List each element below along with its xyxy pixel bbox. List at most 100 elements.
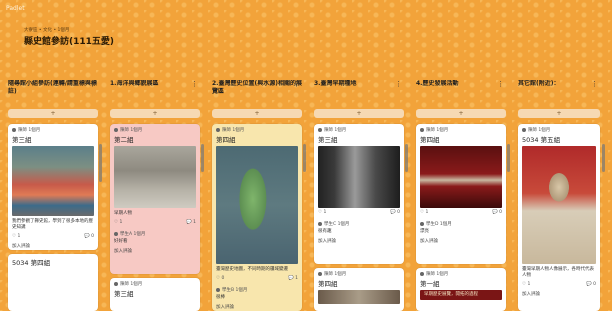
add-post-button[interactable]: + xyxy=(110,109,200,118)
post-card[interactable]: 陳師 1個月 第一組 早期歷史展覽，開拓的過程 xyxy=(416,268,506,311)
column-title: 1.海洋與鄉貌展區 xyxy=(110,80,159,87)
add-comment-link[interactable]: 加入評論 xyxy=(416,237,506,245)
plus-icon: + xyxy=(50,110,56,117)
add-post-button[interactable]: + xyxy=(416,109,506,118)
post-card[interactable]: 陳師 1個月 第四組 臺灣歷史地圖，不同時期的疆域變遷 ♡ 0 💬 1 學生B … xyxy=(212,124,302,311)
plus-icon: + xyxy=(356,110,362,117)
post-card[interactable]: 陳師 1個月 第三組 我們參觀了縣史館，學到了很多本地的歷史知識 ♡ 1 💬 0… xyxy=(8,124,98,250)
post-title: 第三組 xyxy=(114,290,134,298)
heart-icon[interactable]: ♡ xyxy=(216,276,220,281)
comment-text: 好好看 xyxy=(114,239,128,244)
comment-icon[interactable]: 💬 xyxy=(492,210,498,215)
add-comment-link[interactable]: 加入評論 xyxy=(518,290,600,298)
heart-icon[interactable]: ♡ xyxy=(12,234,16,239)
post-card[interactable]: 陳師 1個月 第四組 ♡ 1 💬 0 學生D 1個月 漂亮 加入評論 xyxy=(416,124,506,264)
post-title: 第三組 xyxy=(318,136,338,144)
comment-author: 學生B 1個月 xyxy=(212,284,302,293)
heart-icon[interactable]: ♡ xyxy=(114,220,118,225)
comment-count: 1 xyxy=(193,220,196,225)
column-3: 2.臺灣歷史位置(與水源)相關的展覽區 ⋮ + 陳師 1個月 第四組 臺灣歷史地… xyxy=(212,80,302,311)
comment-icon[interactable]: 💬 xyxy=(390,210,396,215)
board-title: 縣史館參訪(111五愛) xyxy=(24,37,115,47)
board-columns: 隨尋館小組參訪(連轉/請重標與標註) ⋮ + 陳師 1個月 第三組 我們參觀了縣… xyxy=(0,80,612,311)
column-title: 2.臺灣歷史位置(與水源)相關的展覽區 xyxy=(212,80,302,95)
post-description: 早期人物 xyxy=(114,211,132,216)
column-scrollbar[interactable] xyxy=(507,144,510,172)
post-stats: ♡ 1 💬 0 xyxy=(8,233,98,242)
post-title: 第三組 xyxy=(12,136,32,144)
column-scrollbar[interactable] xyxy=(201,144,204,172)
more-vertical-icon[interactable]: ⋮ xyxy=(497,80,504,88)
post-photo[interactable] xyxy=(420,146,502,208)
column-title: 隨尋館小組參訪(連轉/請重標與標註) xyxy=(8,80,97,95)
add-post-button[interactable]: + xyxy=(314,109,404,118)
column-scrollbar[interactable] xyxy=(303,144,306,172)
post-title: 第二組 xyxy=(114,136,134,144)
more-vertical-icon[interactable]: ⋮ xyxy=(89,80,96,88)
post-card[interactable]: 陳師 1個月 5034 第五組 臺灣早期人物人像展示，各時代代表人物 ♡ 1 💬… xyxy=(518,124,600,311)
post-description: 臺灣早期人物人像展示，各時代代表人物 xyxy=(522,267,594,278)
heart-icon[interactable]: ♡ xyxy=(420,210,424,215)
post-title: 5034 第四組 xyxy=(12,259,51,267)
comment-icon[interactable]: 💬 xyxy=(586,282,592,287)
comment-text: 很棒 xyxy=(216,295,225,300)
post-banner: 早期歷史展覽，開拓的過程 xyxy=(420,290,502,300)
post-stats: ♡ 1 💬 1 xyxy=(110,219,200,228)
like-count: 1 xyxy=(323,210,327,215)
column-title: 3.臺灣早期種地 xyxy=(314,80,357,87)
column-2: 1.海洋與鄉貌展區 ⋮ + 陳師 1個月 第二組 早期人物 ♡ 1 💬 1 學生… xyxy=(110,80,200,311)
more-vertical-icon[interactable]: ⋮ xyxy=(191,80,198,88)
comment-count: 0 xyxy=(499,210,502,215)
add-comment-link[interactable]: 加入評論 xyxy=(8,242,98,250)
add-comment-link[interactable]: 加入評論 xyxy=(110,247,200,255)
comment-text: 很有趣 xyxy=(318,229,332,234)
column-scrollbar[interactable] xyxy=(99,144,102,182)
board-header: 大寮區 • 文化 • 1個月 縣史館參訪(111五愛) xyxy=(24,27,114,47)
post-card[interactable]: 5034 第四組 xyxy=(8,254,98,311)
column-title: 4.歷史發展活動 xyxy=(416,80,459,87)
add-post-button[interactable]: + xyxy=(8,109,98,118)
add-post-button[interactable]: + xyxy=(518,109,600,118)
heart-icon[interactable]: ♡ xyxy=(522,282,526,287)
add-comment-link[interactable]: 加入評論 xyxy=(314,237,404,245)
post-photo[interactable] xyxy=(318,290,400,304)
plus-icon: + xyxy=(556,110,562,117)
post-photo[interactable] xyxy=(216,146,298,264)
post-author: 陳師 1個月 xyxy=(8,124,98,133)
heart-icon[interactable]: ♡ xyxy=(318,210,322,215)
post-author: 陳師 1個月 xyxy=(212,124,302,133)
post-photo[interactable] xyxy=(12,146,94,216)
post-stats: ♡ 1 💬 0 xyxy=(314,209,404,218)
post-author: 陳師 1個月 xyxy=(518,124,600,133)
add-post-button[interactable]: + xyxy=(212,109,302,118)
post-description: 我們參觀了縣史館，學到了很多本地的歷史知識 xyxy=(12,219,93,230)
comment-icon[interactable]: 💬 xyxy=(288,276,294,281)
comment-icon[interactable]: 💬 xyxy=(186,220,192,225)
post-title: 第四組 xyxy=(318,280,338,288)
post-card[interactable]: 陳師 1個月 第三組 xyxy=(110,278,200,311)
post-photo[interactable] xyxy=(522,146,596,264)
post-author: 陳師 1個月 xyxy=(314,124,404,133)
post-stats: ♡ 1 💬 0 xyxy=(518,281,600,290)
comment-author: 學生C 1個月 xyxy=(314,218,404,227)
column-6: 其它館(附近)： ⋮ + 陳師 1個月 5034 第五組 臺灣早期人物人像展示，… xyxy=(518,80,600,311)
column-5: 4.歷史發展活動 ⋮ + 陳師 1個月 第四組 ♡ 1 💬 0 學生D 1個月 … xyxy=(416,80,506,311)
comment-icon[interactable]: 💬 xyxy=(84,234,90,239)
more-vertical-icon[interactable]: ⋮ xyxy=(395,80,402,88)
column-1: 隨尋館小組參訪(連轉/請重標與標註) ⋮ + 陳師 1個月 第三組 我們參觀了縣… xyxy=(8,80,98,311)
column-scrollbar[interactable] xyxy=(602,144,605,172)
add-comment-link[interactable]: 加入評論 xyxy=(212,303,302,311)
post-photo[interactable] xyxy=(114,146,196,208)
like-count: 0 xyxy=(221,276,225,281)
post-description: 臺灣歷史地圖，不同時期的疆域變遷 xyxy=(216,267,288,272)
comment-author: 學生A 1個月 xyxy=(110,228,200,237)
more-vertical-icon[interactable]: ⋮ xyxy=(293,80,300,88)
post-author: 陳師 1個月 xyxy=(314,268,404,277)
post-card[interactable]: 陳師 1個月 第二組 早期人物 ♡ 1 💬 1 學生A 1個月 好好看 加入評論 xyxy=(110,124,200,274)
more-vertical-icon[interactable]: ⋮ xyxy=(591,80,598,88)
post-photo[interactable] xyxy=(318,146,400,208)
column-scrollbar[interactable] xyxy=(405,144,408,172)
post-author: 陳師 1個月 xyxy=(416,268,506,277)
post-card[interactable]: 陳師 1個月 第四組 xyxy=(314,268,404,311)
post-card[interactable]: 陳師 1個月 第三組 ♡ 1 💬 0 學生C 1個月 很有趣 加入評論 xyxy=(314,124,404,264)
